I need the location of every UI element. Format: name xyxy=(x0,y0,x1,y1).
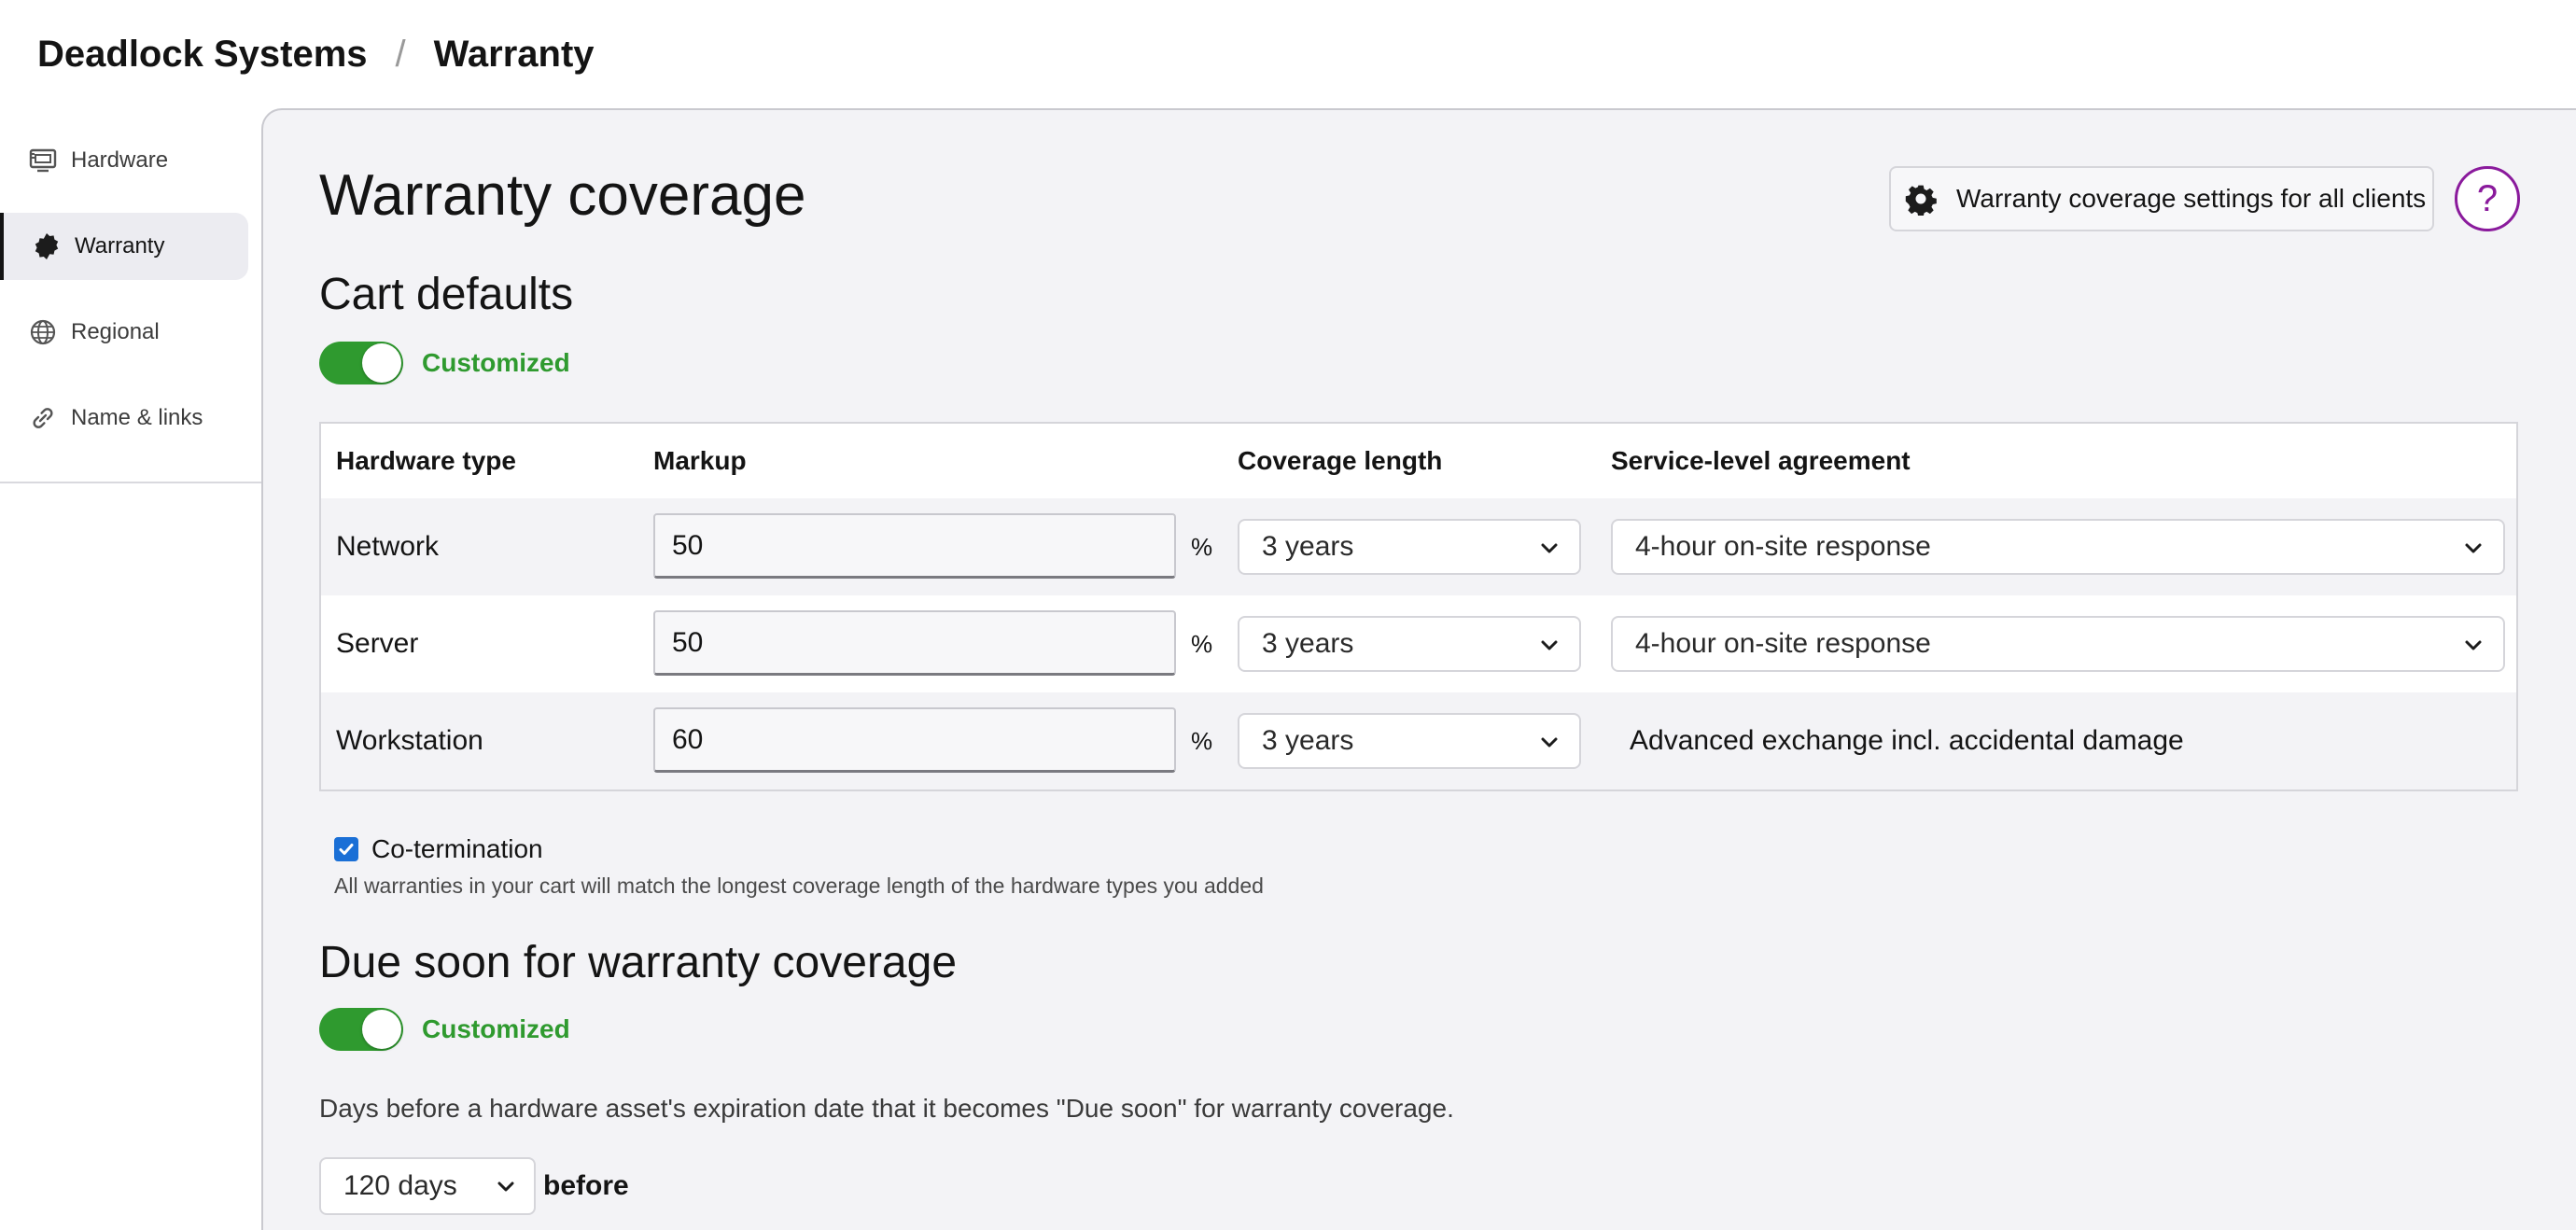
chevron-down-icon xyxy=(497,1181,514,1192)
column-header-markup: Markup xyxy=(653,446,747,475)
main-content: Warranty coverage Warranty coverage sett… xyxy=(261,108,2576,1230)
settings-button-label: Warranty coverage settings for all clien… xyxy=(1956,184,2427,213)
markup-input-server[interactable] xyxy=(653,610,1176,676)
hardware-type-cell: Network xyxy=(336,531,440,562)
page-title: Warranty coverage xyxy=(319,163,806,228)
due-soon-description: Days before a hardware asset's expiratio… xyxy=(319,1094,1454,1123)
table-row-network: Network % 3 years 4-hour on-site respons… xyxy=(321,498,2516,595)
due-soon-title: Due soon for warranty coverage xyxy=(319,938,958,987)
cotermination-checkbox[interactable] xyxy=(334,837,358,861)
breadcrumb: Deadlock Systems / Warranty xyxy=(37,26,595,82)
select-value: 3 years xyxy=(1262,725,1354,756)
cart-defaults-table: Hardware type Markup Coverage length Ser… xyxy=(319,422,2518,791)
due-soon-days-select[interactable]: 120 days xyxy=(319,1157,536,1215)
select-value: 4-hour on-site response xyxy=(1635,628,1931,659)
coverage-length-select-server[interactable]: 3 years xyxy=(1238,616,1581,672)
percent-unit: % xyxy=(1191,630,1213,658)
markup-input-network[interactable] xyxy=(653,513,1176,579)
cart-defaults-title: Cart defaults xyxy=(319,270,574,319)
hardware-type-cell: Server xyxy=(336,628,419,659)
table-row-workstation: Workstation % 3 years Advanced exchange … xyxy=(321,692,2516,790)
markup-input-workstation[interactable] xyxy=(653,707,1176,773)
sidebar: Hardware Warranty Regional Name & links xyxy=(0,108,261,483)
chevron-down-icon xyxy=(1541,543,1558,553)
column-header-coverage-length: Coverage length xyxy=(1238,446,1443,475)
cart-defaults-toggle[interactable] xyxy=(319,342,403,384)
globe-icon xyxy=(28,317,58,347)
sidebar-item-name-links[interactable]: Name & links xyxy=(0,384,248,452)
breadcrumb-separator: / xyxy=(395,33,406,75)
due-soon-before-label: before xyxy=(543,1170,629,1201)
sidebar-item-hardware[interactable]: Hardware xyxy=(0,127,248,194)
sla-static-text-workstation: Advanced exchange incl. accidental damag… xyxy=(1630,725,2184,756)
sidebar-item-label: Name & links xyxy=(71,405,203,430)
column-header-sla: Service-level agreement xyxy=(1611,446,1911,475)
select-value: 3 years xyxy=(1262,628,1354,659)
chevron-down-icon xyxy=(2465,640,2482,650)
toggle-knob xyxy=(362,343,401,383)
checkmark-icon xyxy=(339,844,354,855)
chevron-down-icon xyxy=(1541,737,1558,748)
gear-icon xyxy=(1902,180,1939,217)
app-header: Deadlock Systems / Warranty xyxy=(0,0,2576,108)
hardware-icon xyxy=(28,146,58,175)
due-soon-toggle-row: Customized xyxy=(319,1008,570,1051)
percent-unit: % xyxy=(1191,533,1213,561)
sla-select-server[interactable]: 4-hour on-site response xyxy=(1611,616,2505,672)
warranty-settings-all-clients-button[interactable]: Warranty coverage settings for all clien… xyxy=(1889,166,2434,231)
hardware-type-cell: Workstation xyxy=(336,725,483,756)
chevron-down-icon xyxy=(2465,543,2482,553)
select-value: 4-hour on-site response xyxy=(1635,531,1931,562)
breadcrumb-org[interactable]: Deadlock Systems xyxy=(37,34,368,76)
percent-unit: % xyxy=(1191,727,1213,755)
sidebar-item-label: Regional xyxy=(71,319,160,344)
sidebar-item-label: Warranty xyxy=(75,233,165,259)
cart-defaults-toggle-label: Customized xyxy=(422,348,570,377)
table-header: Hardware type Markup Coverage length Ser… xyxy=(321,424,2516,500)
coverage-length-select-network[interactable]: 3 years xyxy=(1238,519,1581,575)
toggle-knob xyxy=(362,1010,401,1049)
cotermination-label[interactable]: Co-termination xyxy=(371,834,543,864)
cotermination-option: Co-termination xyxy=(334,834,543,864)
cotermination-help-text: All warranties in your cart will match t… xyxy=(334,874,1264,898)
warranty-badge-icon xyxy=(32,231,62,261)
column-header-hardware-type: Hardware type xyxy=(336,446,516,475)
sidebar-item-label: Hardware xyxy=(71,147,169,173)
help-button[interactable]: ? xyxy=(2455,166,2520,231)
due-soon-toggle[interactable] xyxy=(319,1008,403,1051)
cart-defaults-toggle-row: Customized xyxy=(319,342,570,384)
link-icon xyxy=(28,403,58,433)
sidebar-item-regional[interactable]: Regional xyxy=(0,299,248,366)
select-value: 3 years xyxy=(1262,531,1354,562)
breadcrumb-current-page: Warranty xyxy=(433,33,595,75)
select-value: 120 days xyxy=(343,1170,457,1201)
table-row-server: Server % 3 years 4-hour on-site response xyxy=(321,595,2516,692)
chevron-down-icon xyxy=(1541,640,1558,650)
coverage-length-select-workstation[interactable]: 3 years xyxy=(1238,713,1581,769)
due-soon-toggle-label: Customized xyxy=(422,1014,570,1043)
sidebar-item-warranty[interactable]: Warranty xyxy=(0,213,248,280)
sla-select-network[interactable]: 4-hour on-site response xyxy=(1611,519,2505,575)
